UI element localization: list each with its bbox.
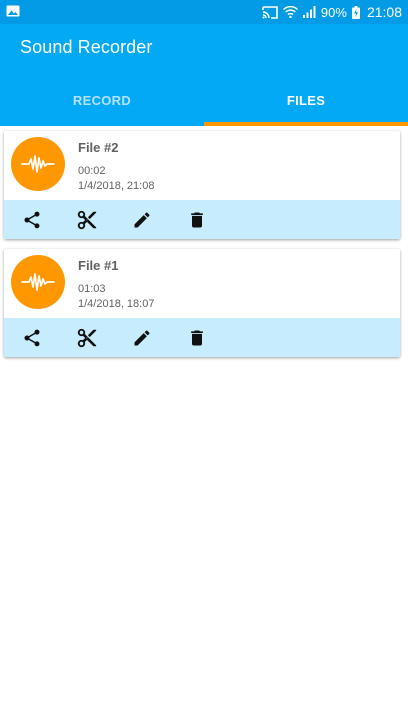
file-actions xyxy=(4,318,400,357)
tab-files[interactable]: FILES xyxy=(204,78,408,126)
share-icon[interactable] xyxy=(21,327,43,349)
file-name: File #2 xyxy=(78,140,119,155)
signal-icon xyxy=(302,6,316,18)
cut-icon[interactable] xyxy=(76,209,98,231)
waveform-icon xyxy=(11,137,65,191)
battery-percentage: 90% xyxy=(320,4,347,20)
tab-indicator xyxy=(204,122,408,126)
file-list: File #2 00:02 1/4/2018, 21:08 File #1 01… xyxy=(0,126,408,357)
edit-icon[interactable] xyxy=(131,327,153,349)
tab-record-label: RECORD xyxy=(72,92,132,108)
file-duration: 01:03 xyxy=(78,283,106,295)
clock: 21:08 xyxy=(366,4,402,20)
app-bar: Sound Recorder RECORD FILES xyxy=(0,24,408,126)
list-item[interactable]: File #1 01:03 1/4/2018, 18:07 xyxy=(4,249,400,357)
file-actions xyxy=(4,200,400,239)
cut-icon[interactable] xyxy=(76,327,98,349)
file-date: 1/4/2018, 18:07 xyxy=(78,298,155,310)
status-bar: 90% 21:08 xyxy=(0,0,408,24)
file-duration: 00:02 xyxy=(78,165,106,177)
file-info[interactable]: File #1 01:03 1/4/2018, 18:07 xyxy=(4,249,400,318)
share-icon[interactable] xyxy=(21,209,43,231)
tab-record[interactable]: RECORD xyxy=(0,78,204,126)
file-info[interactable]: File #2 00:02 1/4/2018, 21:08 xyxy=(4,131,400,200)
gallery-notification-icon xyxy=(6,5,20,20)
delete-icon[interactable] xyxy=(186,209,208,231)
edit-icon[interactable] xyxy=(131,209,153,231)
tab-bar: RECORD FILES xyxy=(0,78,408,126)
waveform-icon xyxy=(11,255,65,309)
app-title: Sound Recorder xyxy=(20,37,153,57)
delete-icon[interactable] xyxy=(186,327,208,349)
wifi-icon xyxy=(282,6,298,18)
battery-charging-icon xyxy=(351,5,360,19)
file-name: File #1 xyxy=(78,258,119,273)
file-date: 1/4/2018, 21:08 xyxy=(78,180,155,192)
list-item[interactable]: File #2 00:02 1/4/2018, 21:08 xyxy=(4,131,400,239)
tab-files-label: FILES xyxy=(286,92,326,108)
cast-icon xyxy=(262,5,278,19)
